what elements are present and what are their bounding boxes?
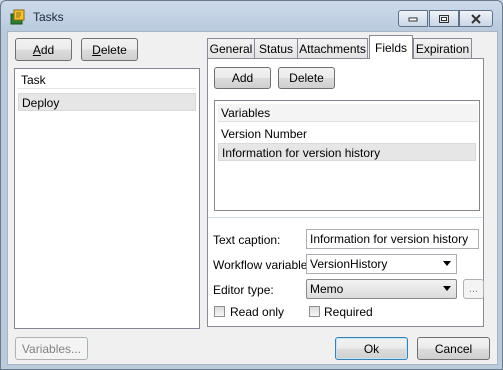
form-divider <box>208 217 483 218</box>
app-icon <box>10 9 25 25</box>
maximize-icon <box>439 14 449 23</box>
variables-list[interactable]: Variables Version Number Information for… <box>214 100 480 211</box>
minimize-button[interactable] <box>398 10 428 27</box>
text-caption-input[interactable]: Information for version history <box>306 229 479 249</box>
delete-task-label: elete <box>100 42 127 57</box>
workflow-variable-value: VersionHistory <box>310 257 388 271</box>
variables-button[interactable]: Variables... <box>15 337 88 360</box>
tab-attachments[interactable]: Attachments <box>297 38 368 58</box>
text-caption-label: Text caption: <box>213 233 281 247</box>
add-variable-button[interactable]: Add <box>214 67 271 89</box>
read-only-checkbox[interactable] <box>214 306 225 317</box>
editor-type-value: Memo <box>310 282 344 296</box>
tasks-dialog: Tasks Add Delete Task Deploy General Sta… <box>0 0 503 370</box>
chevron-down-icon <box>443 286 451 291</box>
editor-type-select[interactable]: Memo <box>306 279 457 299</box>
cancel-button[interactable]: Cancel <box>417 337 490 360</box>
tab-expiration[interactable]: Expiration <box>413 38 472 58</box>
add-task-mnemonic: A <box>32 42 41 57</box>
variables-list-header: Variables <box>218 104 478 122</box>
task-list-header: Task <box>18 71 196 89</box>
close-button[interactable] <box>459 10 493 27</box>
task-list[interactable]: Task Deploy <box>14 68 200 329</box>
required-label[interactable]: Required <box>324 305 373 319</box>
delete-task-button[interactable]: Delete <box>81 38 138 61</box>
window-title: Tasks <box>33 10 64 24</box>
editor-options-button[interactable]: ... <box>463 279 484 299</box>
title-bar[interactable]: Tasks <box>1 1 502 33</box>
editor-type-label: Editor type: <box>213 283 274 297</box>
dialog-body: Add Delete Task Deploy General Status At… <box>7 31 498 365</box>
add-task-label: dd <box>40 42 55 57</box>
maximize-button[interactable] <box>429 10 459 27</box>
tab-general[interactable]: General <box>207 38 255 58</box>
close-icon <box>471 13 481 24</box>
tab-fields[interactable]: Fields <box>369 35 413 59</box>
required-checkbox[interactable] <box>309 306 320 317</box>
minimize-icon <box>408 17 418 21</box>
delete-variable-button[interactable]: Delete <box>278 67 335 89</box>
variable-item-version-history[interactable]: Information for version history <box>218 143 476 161</box>
read-only-label[interactable]: Read only <box>230 305 284 319</box>
variable-item-version-number[interactable]: Version Number <box>218 125 476 143</box>
chevron-down-icon <box>443 261 451 266</box>
ok-button[interactable]: Ok <box>335 337 408 360</box>
add-task-button[interactable]: Add <box>15 38 72 61</box>
tab-status[interactable]: Status <box>254 38 298 58</box>
workflow-variable-select[interactable]: VersionHistory <box>306 254 457 274</box>
delete-task-mnemonic: D <box>92 42 101 57</box>
task-item-deploy[interactable]: Deploy <box>18 93 196 111</box>
workflow-variable-label: Workflow variable: <box>213 258 311 272</box>
